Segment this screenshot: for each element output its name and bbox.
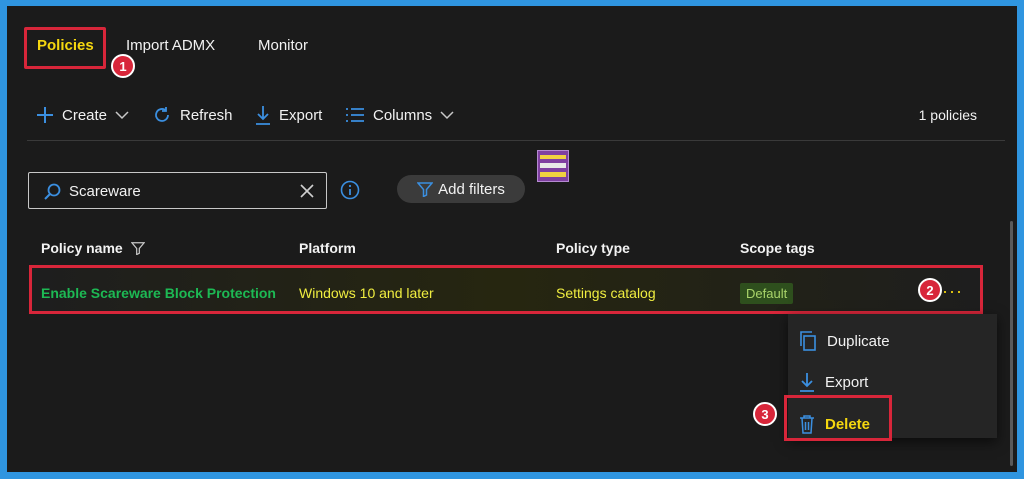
download-icon [800,373,814,392]
highlight-box-delete [784,395,892,441]
policy-name-link[interactable]: Enable Scareware Block Protection [41,285,279,301]
export-button[interactable]: Export [255,103,322,127]
step-badge-1: 1 [111,54,135,78]
filter-icon[interactable] [130,241,145,255]
refresh-button[interactable]: Refresh [152,103,233,127]
column-header-policy-type[interactable]: Policy type [556,240,630,256]
duplicate-menu-item[interactable]: Duplicate [788,323,997,359]
tab-import-admx[interactable]: Import ADMX [126,37,215,54]
search-input[interactable] [69,180,289,202]
column-header-policy-name[interactable]: Policy name [41,240,145,256]
create-button[interactable]: Create [36,103,129,127]
export-label: Export [279,106,323,124]
columns-icon [346,108,364,122]
create-label: Create [62,106,108,124]
search-box [28,172,327,209]
columns-label: Columns [373,106,433,124]
download-icon [256,106,270,125]
close-icon[interactable] [298,182,316,200]
vertical-scrollbar[interactable] [1010,221,1013,466]
chevron-down-icon [440,111,454,120]
highlight-box-policies-tab [24,27,106,69]
filter-icon [417,182,434,197]
how-to-manage-devices-logo [537,150,569,182]
copy-icon [800,331,816,351]
refresh-label: Refresh [180,106,233,124]
scope-tag-badge: Default [740,283,794,304]
step-badge-3: 3 [753,402,777,426]
more-options-icon[interactable]: ··· [942,282,963,300]
add-filters-button[interactable]: Add filters [397,175,525,203]
platform-cell: Windows 10 and later [299,285,434,301]
search-icon [44,183,61,200]
tab-monitor[interactable]: Monitor [258,37,308,54]
step-badge-2: 2 [918,278,942,302]
duplicate-label: Duplicate [827,332,890,350]
policy-count: 1 policies [918,107,977,123]
add-filters-label: Add filters [438,180,505,198]
info-icon[interactable] [340,180,360,200]
refresh-icon [155,107,169,122]
plus-icon [37,107,53,123]
toolbar-divider [27,140,1005,141]
columns-button[interactable]: Columns [345,103,454,127]
intune-policies-panel: Policies Import ADMX Monitor 1 Create Re… [7,6,1017,472]
export-menu-label: Export [825,373,869,391]
chevron-down-icon [115,111,129,120]
policy-type-cell: Settings catalog [556,285,656,301]
column-header-label: Policy name [41,240,123,256]
column-header-scope-tags[interactable]: Scope tags [740,240,815,256]
column-header-platform[interactable]: Platform [299,240,356,256]
